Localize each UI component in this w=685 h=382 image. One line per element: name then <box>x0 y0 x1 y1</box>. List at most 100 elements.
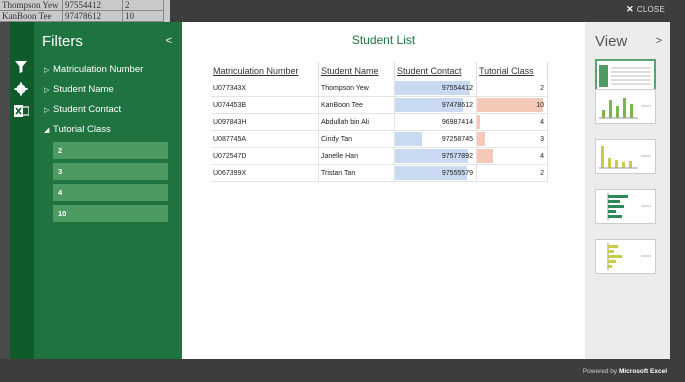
background-cell: 10 <box>123 11 164 22</box>
cell-contact: 97577892 <box>394 147 477 165</box>
cell-class: 4 <box>476 113 548 131</box>
cell-matric: U087745A <box>211 130 319 148</box>
cell-matric: U097843H <box>211 113 319 131</box>
background-cell: Thompson Yew <box>0 0 63 11</box>
cell-class: 2 <box>476 80 548 97</box>
cell-class-value: 2 <box>540 84 544 92</box>
cell-name: Thompson Yew <box>318 80 395 97</box>
view-thumbnail-column-chart[interactable] <box>595 89 656 124</box>
student-list-panel: Student List Matriculation Number Studen… <box>182 22 585 359</box>
footer-brand: Microsoft Excel <box>618 368 667 375</box>
cell-contact: 96987414 <box>394 113 477 131</box>
page-title: Student List <box>351 33 416 47</box>
cell-matric: U077343X <box>211 80 319 97</box>
cell-class: 3 <box>476 130 548 148</box>
view-thumbnail-stacked-bar-chart[interactable] <box>595 239 656 274</box>
rail-edge <box>0 22 10 359</box>
cell-contact: 97555579 <box>394 164 477 182</box>
close-button[interactable]: ✕ CLOSE <box>626 4 665 15</box>
settings-gear-icon[interactable] <box>13 82 29 98</box>
footer-branding: Powered by Microsoft Excel <box>583 368 667 375</box>
footer-prefix: Powered by <box>582 368 618 375</box>
cell-class-value: 4 <box>540 152 544 160</box>
table-row: U072547D Janelle Han 97577892 4 <box>211 147 548 165</box>
class-data-bar <box>477 149 493 163</box>
expand-caret-icon: ▷ <box>44 67 50 74</box>
cell-contact-value: 97258745 <box>441 135 473 143</box>
close-icon: ✕ <box>626 4 634 14</box>
view-thumbnail-bar-chart[interactable] <box>595 189 656 224</box>
cell-class: 2 <box>476 164 548 182</box>
contact-data-bar <box>395 132 422 146</box>
table-row: U097843H Abdullah bin Ali 96987414 4 <box>211 113 548 131</box>
stacked-bar-chart-thumbnail-icon <box>607 243 651 270</box>
expand-caret-icon: ▷ <box>44 107 50 114</box>
filter-value-item[interactable]: 4 <box>53 184 168 201</box>
column-header-contact[interactable]: Student Contact <box>394 62 477 80</box>
cell-name: Cindy Tan <box>318 130 395 148</box>
cell-contact-value: 97478612 <box>441 101 473 109</box>
filter-value-item[interactable]: 3 <box>53 163 168 180</box>
cell-class: 4 <box>476 147 548 165</box>
cell-contact-value: 97554412 <box>441 84 473 92</box>
filter-value-item[interactable]: 2 <box>53 142 168 159</box>
view-chevron-icon[interactable]: > <box>656 35 662 47</box>
cell-class-value: 3 <box>540 135 544 143</box>
cell-name: Janelle Han <box>318 147 395 165</box>
filter-field-label: Matriculation Number <box>53 64 144 75</box>
cell-class-value: 10 <box>536 101 544 109</box>
cell-name: Tristan Tan <box>318 164 395 182</box>
cell-contact-value: 96987414 <box>441 118 473 126</box>
table-row: U087745A Cindy Tan 97258745 3 <box>211 130 548 148</box>
cell-class-value: 4 <box>540 118 544 126</box>
cell-contact-value: 97577892 <box>441 152 473 160</box>
table-row: U067399X Tristan Tan 97555579 2 <box>211 164 548 182</box>
filter-icon[interactable] <box>13 60 29 76</box>
column-header-name[interactable]: Student Name <box>318 62 395 80</box>
cell-name: Abdullah bin Ali <box>318 113 395 131</box>
cell-class: 10 <box>476 96 548 114</box>
cell-contact: 97554412 <box>394 80 477 97</box>
table-thumbnail-icon <box>597 61 654 92</box>
cell-contact-value: 97555579 <box>441 169 473 177</box>
background-row: Thompson Yew 97554412 2 <box>0 0 170 11</box>
table-row: U077343X Thompson Yew 97554412 2 <box>211 80 548 97</box>
clustered-chart-thumbnail-icon <box>599 146 651 169</box>
filters-title: Filters <box>42 33 83 50</box>
background-cell: 97554412 <box>63 0 123 11</box>
collapse-caret-icon: ◢ <box>44 127 50 134</box>
filter-field-matriculation[interactable]: ▷ Matriculation Number <box>44 64 143 75</box>
background-row: KanBoon Tee 97478612 10 <box>0 11 170 22</box>
cell-class-value: 2 <box>540 169 544 177</box>
class-data-bar <box>477 98 543 112</box>
close-label: CLOSE <box>636 5 665 14</box>
cell-matric: U072547D <box>211 147 319 165</box>
column-header-class[interactable]: Tutorial Class <box>476 62 548 80</box>
filters-panel: Filters < ▷ Matriculation Number ▷ Student… <box>34 22 182 359</box>
student-table: Matriculation Number Student Name Studen… <box>211 62 548 182</box>
collapse-chevron-icon[interactable]: < <box>166 35 172 47</box>
class-data-bar <box>477 115 481 129</box>
cell-name: KanBoon Tee <box>318 96 395 114</box>
filter-field-label: Tutorial Class <box>53 124 111 135</box>
view-thumbnail-clustered-chart[interactable] <box>595 139 656 174</box>
background-cell: 2 <box>123 0 164 11</box>
excel-icon[interactable] <box>13 104 30 120</box>
class-data-bar <box>477 132 485 146</box>
filter-field-student-name[interactable]: ▷ Student Name <box>44 84 114 95</box>
view-panel: View > <box>585 22 670 359</box>
cell-contact: 97258745 <box>394 130 477 148</box>
filter-field-tutorial-class[interactable]: ◢ Tutorial Class <box>44 124 111 135</box>
view-title: View <box>595 33 628 50</box>
column-header-matriculation[interactable]: Matriculation Number <box>211 62 319 80</box>
column-chart-thumbnail-icon <box>599 98 651 119</box>
icon-rail <box>0 22 34 359</box>
table-header-row: Matriculation Number Student Name Studen… <box>211 62 548 80</box>
cell-matric: U067399X <box>211 164 319 182</box>
filter-value-item[interactable]: 10 <box>53 205 168 222</box>
filter-field-label: Student Contact <box>53 104 122 115</box>
background-cell: KanBoon Tee <box>0 11 63 22</box>
filter-field-label: Student Name <box>53 84 114 95</box>
filter-field-student-contact[interactable]: ▷ Student Contact <box>44 104 121 115</box>
bar-chart-thumbnail-icon <box>607 193 651 220</box>
